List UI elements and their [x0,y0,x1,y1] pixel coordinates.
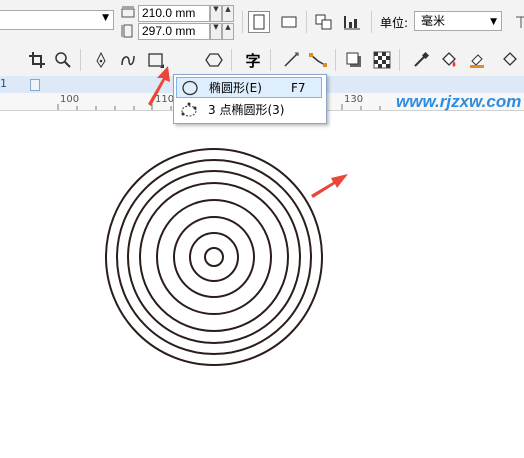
arrow-to-circles [311,174,348,198]
arrow-to-ellipse-tool [148,66,170,106]
annotation-arrows [148,66,348,198]
